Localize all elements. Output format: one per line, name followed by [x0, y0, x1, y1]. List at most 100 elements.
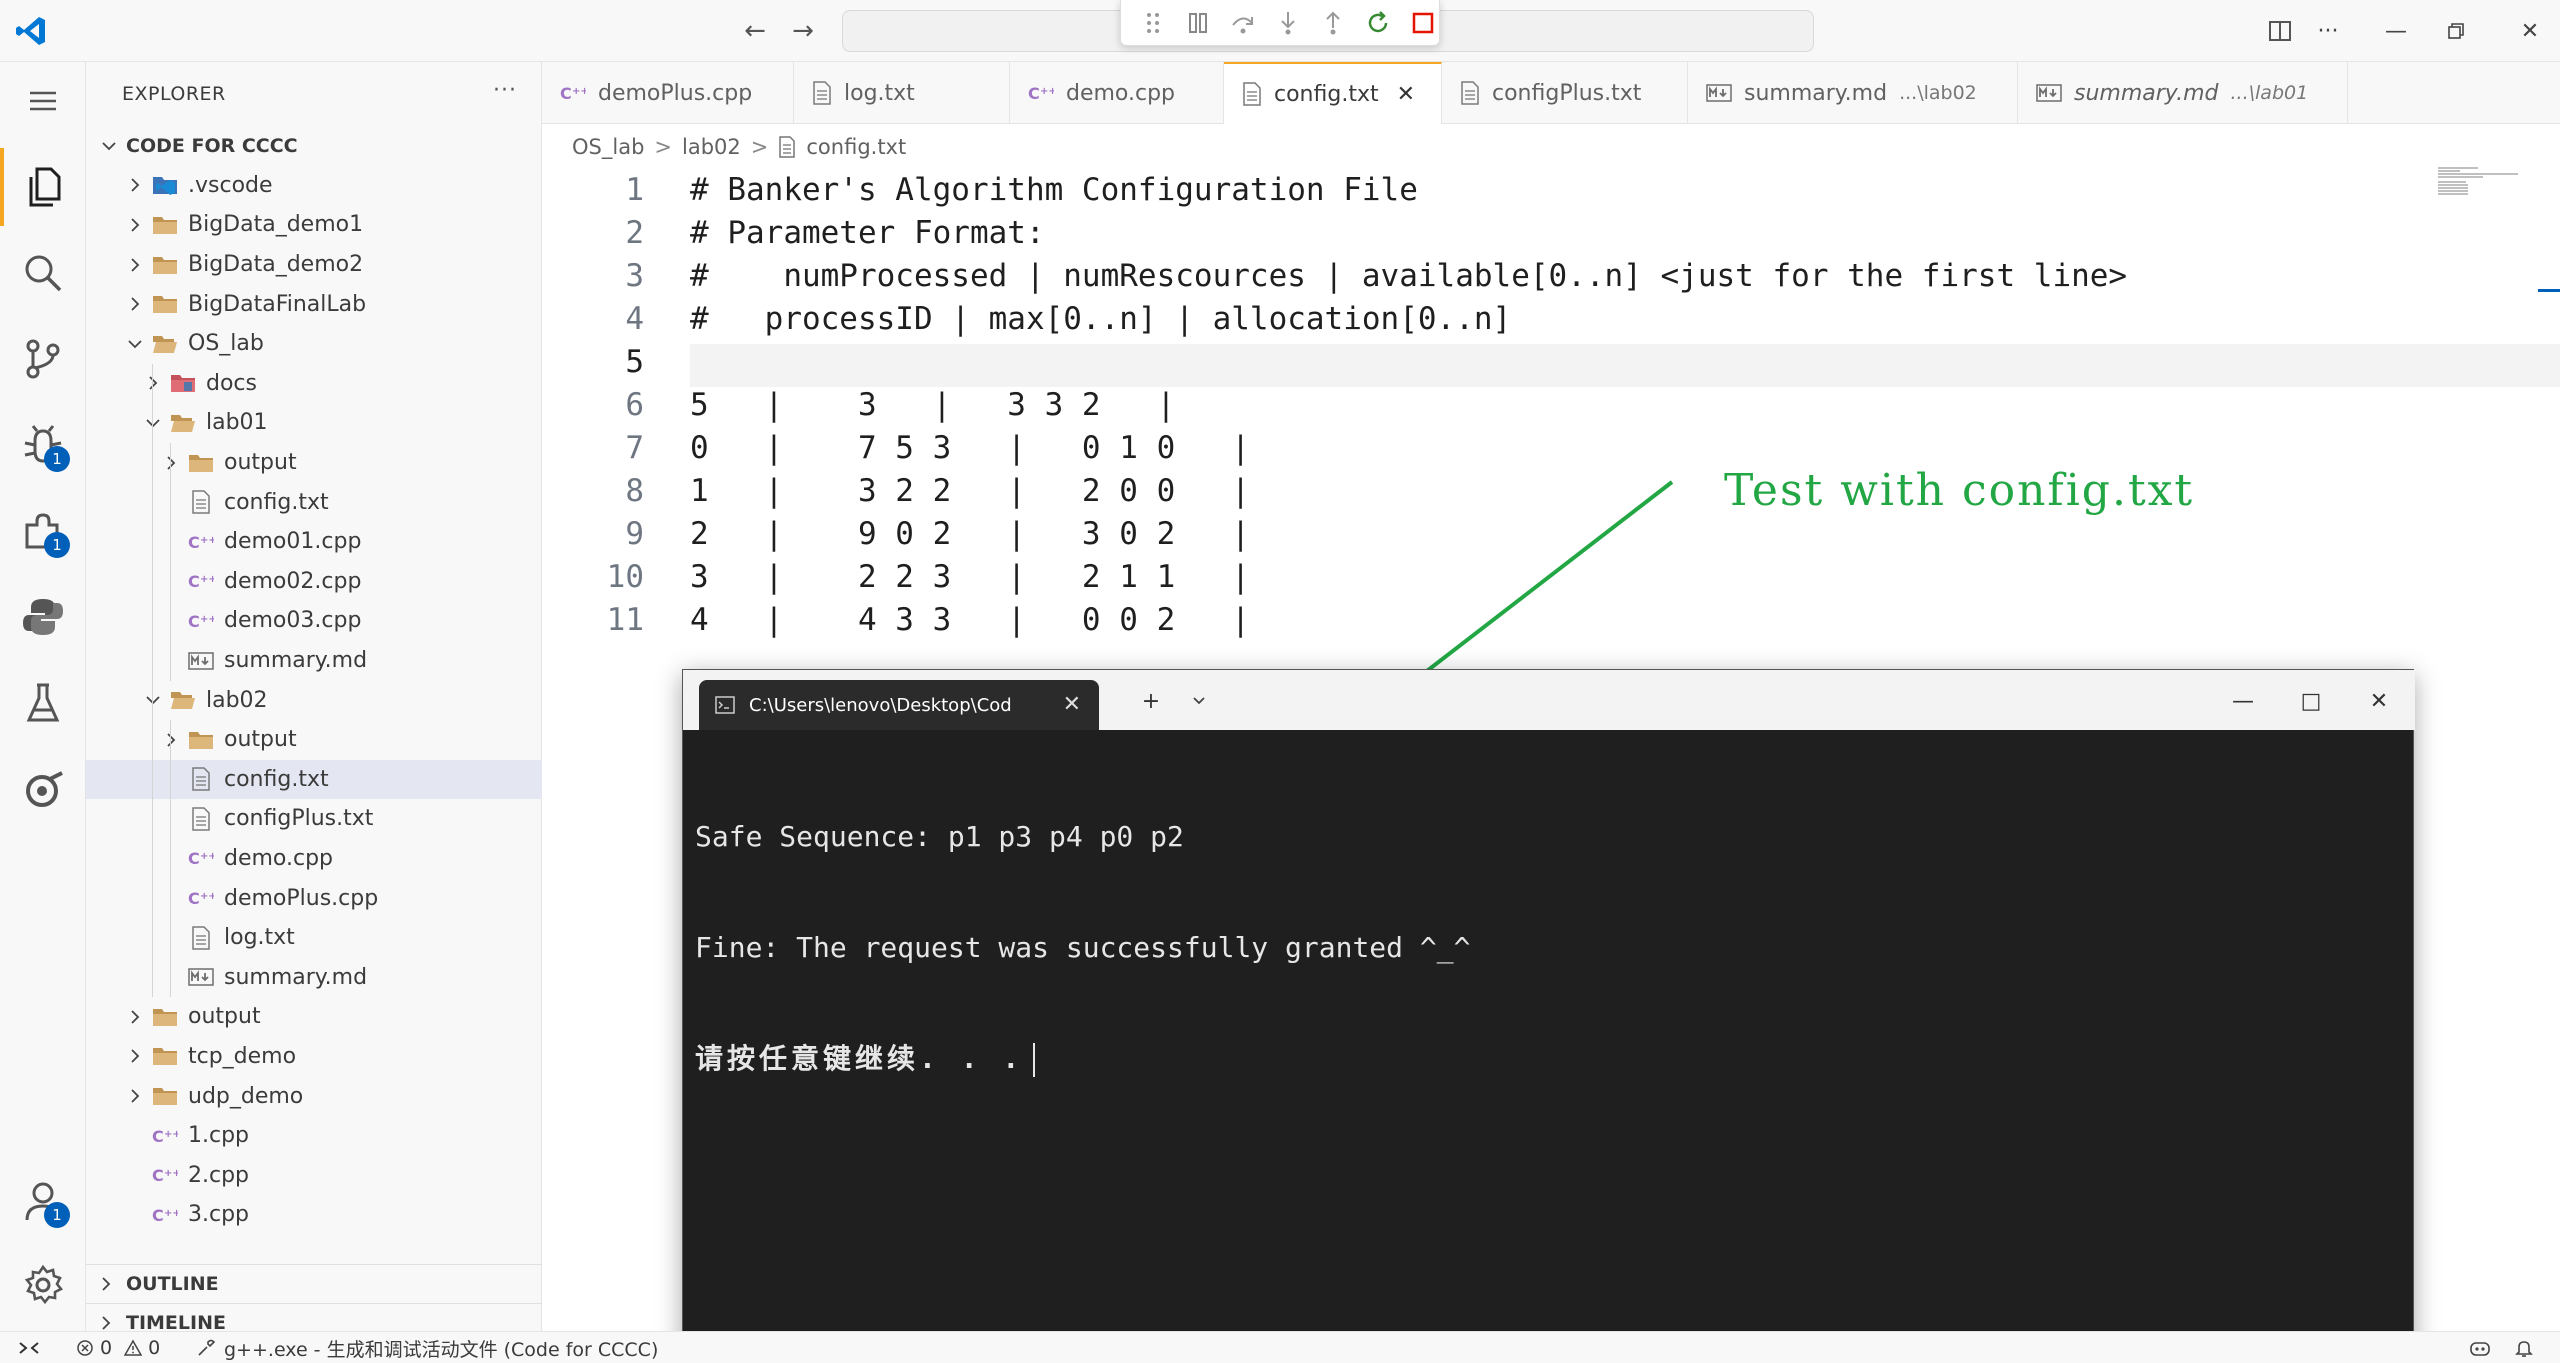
window-minimize-icon[interactable]: — — [2376, 12, 2416, 50]
more-actions-icon[interactable]: ··· — [2308, 12, 2348, 50]
editor-tab[interactable]: config.txt ✕ — [1224, 62, 1442, 124]
breadcrumb-os-lab[interactable]: OS_lab — [572, 135, 644, 159]
editor-tab[interactable]: configPlus.txt — [1442, 62, 1688, 124]
pause-icon[interactable] — [1182, 5, 1215, 41]
notifications-bell-icon[interactable] — [2514, 1332, 2534, 1363]
editor-tab[interactable]: C ++ demoPlus.cpp — [542, 62, 794, 124]
terminal-close-icon[interactable]: ✕ — [2359, 684, 2399, 718]
accounts-badge: 1 — [44, 1202, 70, 1228]
tree-item[interactable]: lab01 — [86, 403, 542, 444]
terminal-output[interactable]: Safe Sequence: p1 p3 p4 p0 p2 Fine: The … — [695, 744, 2395, 1151]
arrow-left-icon[interactable]: ← — [738, 14, 772, 48]
testing-icon[interactable] — [0, 664, 86, 742]
stop-icon[interactable] — [1406, 5, 1439, 41]
code-line: 5 — [625, 344, 2560, 387]
run-debug-icon[interactable]: 1 — [0, 406, 86, 484]
step-out-icon[interactable] — [1316, 5, 1349, 41]
menu-icon[interactable] — [0, 62, 86, 140]
tab-close-icon[interactable]: ✕ — [1397, 82, 1415, 107]
tree-item[interactable]: config.txt — [86, 759, 542, 800]
tree-item[interactable]: OS_lab — [86, 324, 542, 364]
terminal-prompt: 请按任意键继续. . . — [695, 1042, 1024, 1075]
tree-item[interactable]: summary.md — [86, 957, 542, 998]
search-icon[interactable] — [0, 234, 86, 312]
tab-description: ...\lab02 — [1899, 82, 1977, 104]
build-task-indicator[interactable]: g++.exe - 生成和调试活动文件 (Code for CCCC) — [196, 1332, 658, 1363]
step-into-icon[interactable] — [1272, 5, 1305, 41]
tree-item[interactable]: BigDataFinalLab — [86, 284, 542, 324]
new-tab-icon[interactable]: + — [1131, 684, 1171, 718]
window-restore-icon[interactable] — [2436, 12, 2476, 50]
editor-tab[interactable]: log.txt — [794, 62, 1010, 124]
tree-item[interactable]: configPlus.txt — [86, 799, 542, 840]
explorer-more-icon[interactable]: ··· — [493, 78, 517, 103]
minimap[interactable] — [2438, 166, 2528, 196]
svg-text:++: ++ — [164, 1129, 178, 1140]
tab-label: summary.md — [1744, 80, 1888, 106]
extensions-icon[interactable]: 1 — [0, 492, 86, 570]
terminal-tab-close-icon[interactable]: ✕ — [1063, 692, 1081, 717]
problems-indicator[interactable]: 0 0 — [76, 1332, 160, 1363]
copilot-icon[interactable] — [2468, 1332, 2492, 1363]
tree-item[interactable]: docs — [86, 363, 542, 404]
python-icon[interactable] — [0, 578, 86, 656]
cpp-file-icon: C ++ — [188, 885, 214, 911]
step-over-icon[interactable] — [1227, 5, 1260, 41]
build-task-label: g++.exe - 生成和调试活动文件 (Code for CCCC) — [224, 1338, 659, 1361]
editor-tab[interactable]: summary.md ...\lab02 — [1688, 62, 2018, 124]
remote-extension-icon[interactable] — [0, 750, 86, 828]
tree-item[interactable]: C ++ 3.cpp — [86, 1195, 542, 1235]
tree-item[interactable]: C ++ demo01.cpp — [86, 521, 542, 562]
source-control-icon[interactable] — [0, 320, 86, 398]
svg-text:++: ++ — [164, 1168, 178, 1179]
breadcrumb-separator: > — [654, 135, 673, 159]
drag-handle-icon[interactable] — [1137, 5, 1170, 41]
remote-indicator-icon[interactable] — [0, 1332, 58, 1363]
tree-item[interactable]: C ++ 1.cpp — [86, 1116, 542, 1156]
terminal-maximize-icon[interactable]: □ — [2291, 684, 2331, 718]
activity-bar: 1 1 1 — [0, 62, 86, 1331]
tree-item[interactable]: config.txt — [86, 482, 542, 523]
accounts-icon[interactable]: 1 — [0, 1162, 86, 1240]
tree-item[interactable]: output — [86, 719, 542, 760]
tree-item[interactable]: tcp_demo — [86, 1037, 542, 1077]
workspace-root[interactable]: CODE FOR CCCC — [86, 126, 542, 166]
tree-item[interactable]: output — [86, 442, 542, 483]
outline-section[interactable]: OUTLINE — [86, 1264, 542, 1303]
tree-item-label: tcp_demo — [188, 1043, 297, 1069]
tree-item[interactable]: C ++ demo.cpp — [86, 838, 542, 879]
terminal-tab[interactable]: C:\Users\lenovo\Desktop\Cod ✕ — [699, 680, 1099, 730]
markdown-file-icon — [1706, 84, 1732, 102]
console-icon — [715, 695, 735, 715]
tree-item[interactable]: BigData_demo1 — [86, 205, 542, 245]
tree-item[interactable]: summary.md — [86, 640, 542, 681]
tree-item[interactable]: C ++ demo02.cpp — [86, 561, 542, 602]
tree-item[interactable]: .vscode — [86, 166, 542, 206]
tree-item-label: .vscode — [188, 172, 273, 198]
tree-item[interactable]: lab02 — [86, 680, 542, 721]
tree-item[interactable]: log.txt — [86, 917, 542, 958]
terminal-minimize-icon[interactable]: — — [2223, 684, 2263, 718]
toggle-layout-icon[interactable] — [2260, 12, 2300, 50]
editor-tab[interactable]: C ++ demo.cpp — [1010, 62, 1224, 124]
breadcrumb-config-txt[interactable]: config.txt — [806, 135, 906, 159]
tree-item[interactable]: BigData_demo2 — [86, 245, 542, 285]
indent-guide — [170, 838, 171, 879]
explorer-icon[interactable] — [0, 148, 86, 226]
code-line: 1 # Banker's Algorithm Configuration File — [542, 172, 2560, 215]
restart-icon[interactable] — [1361, 5, 1394, 41]
editor-tab[interactable]: summary.md ...\lab01 — [2018, 62, 2348, 124]
tree-item-label: 1.cpp — [188, 1123, 250, 1149]
breadcrumb-lab02[interactable]: lab02 — [682, 135, 741, 159]
tree-item[interactable]: C ++ demo03.cpp — [86, 601, 542, 642]
chevron-down-icon[interactable] — [1179, 684, 1219, 718]
settings-gear-icon[interactable] — [0, 1246, 86, 1324]
window-close-icon[interactable]: ✕ — [2510, 12, 2550, 50]
tree-item[interactable]: C ++ 2.cpp — [86, 1155, 542, 1195]
arrow-right-icon[interactable]: → — [786, 14, 820, 48]
tree-item[interactable]: C ++ demoPlus.cpp — [86, 878, 542, 919]
tree-item[interactable]: output — [86, 997, 542, 1037]
tree-item[interactable]: udp_demo — [86, 1076, 542, 1116]
